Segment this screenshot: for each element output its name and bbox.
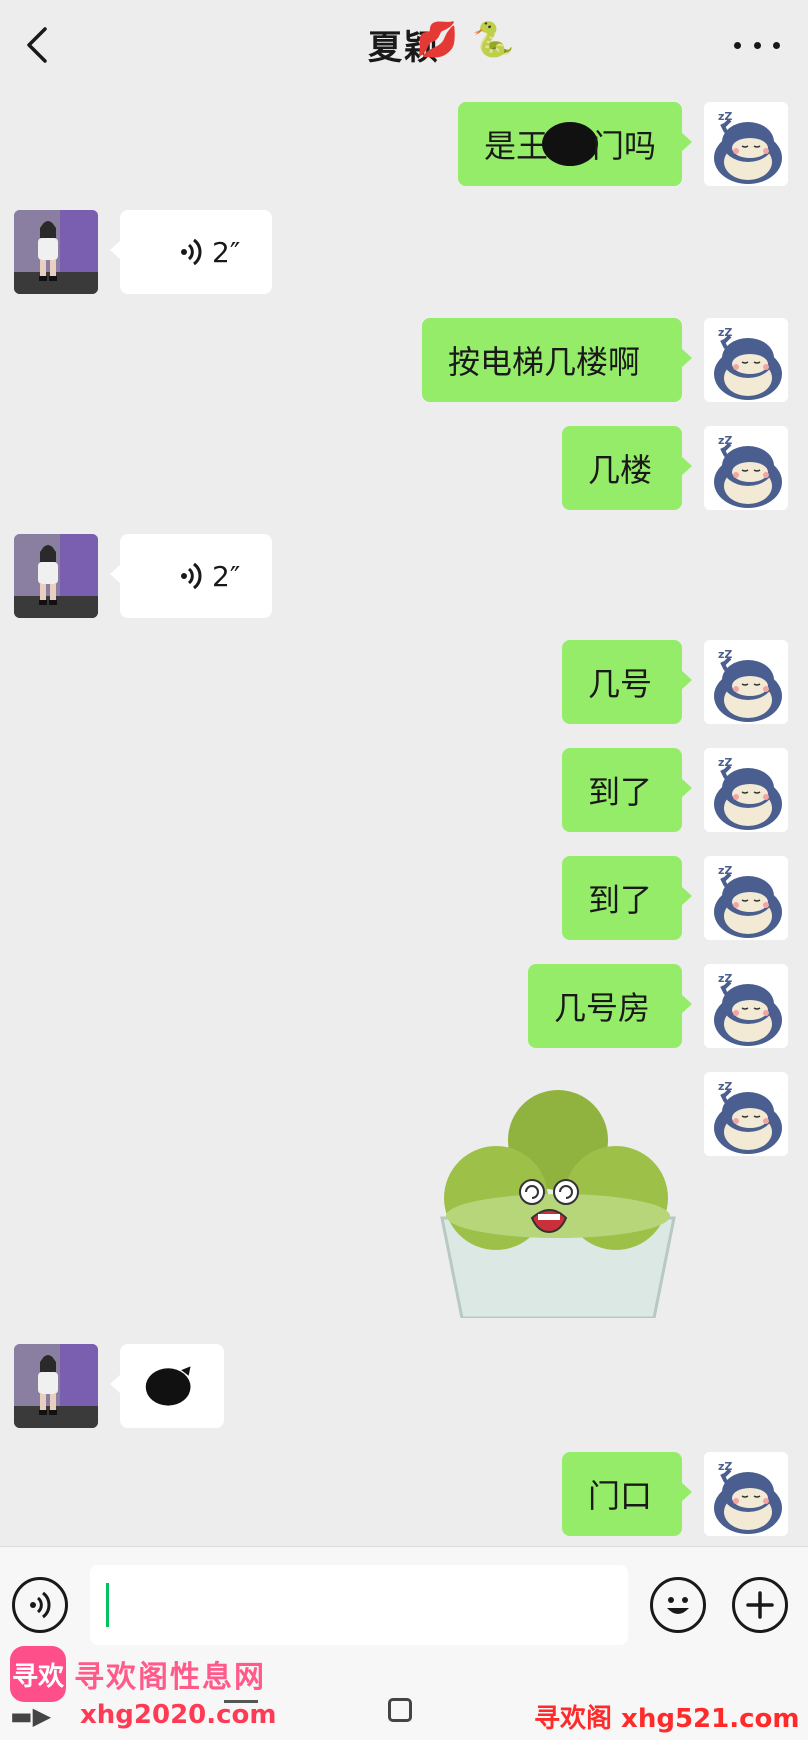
my-avatar[interactable] xyxy=(704,1072,788,1156)
voice-message-bubble[interactable]: 2″ xyxy=(110,210,272,294)
watermark-url-right: 寻欢阁 xhg521.com xyxy=(534,1704,800,1734)
message-bubble-sent[interactable]: 到了 xyxy=(562,856,692,940)
watermark-logo: 寻欢 xyxy=(10,1646,66,1702)
voice-wave-icon xyxy=(181,562,202,590)
voice-wave-icon xyxy=(181,238,202,266)
my-avatar[interactable] xyxy=(704,1452,788,1536)
voice-duration: 2″ xyxy=(212,559,241,593)
voice-message-bubble[interactable]: 2″ xyxy=(110,534,272,618)
my-avatar[interactable] xyxy=(704,856,788,940)
redacted-mark xyxy=(542,122,598,166)
dot-icon xyxy=(773,41,780,49)
redacted-image-icon xyxy=(145,1366,191,1406)
text-caret xyxy=(106,1583,109,1627)
image-message-bubble[interactable] xyxy=(110,1344,224,1428)
my-avatar[interactable] xyxy=(704,964,788,1048)
sticker-message[interactable] xyxy=(440,1068,676,1318)
message-bubble-sent[interactable]: 几号 xyxy=(562,640,692,724)
plus-icon xyxy=(746,1591,774,1619)
my-avatar[interactable] xyxy=(704,640,788,724)
message-bubble-sent[interactable]: 是王 门吗 xyxy=(458,102,692,186)
chat-title[interactable]: 夏颖 xyxy=(0,20,808,69)
input-bar xyxy=(0,1546,808,1660)
contact-avatar[interactable] xyxy=(14,534,98,618)
more-options-button[interactable] xyxy=(734,30,780,60)
message-bubble-sent[interactable]: 到了 xyxy=(562,748,692,832)
contact-avatar[interactable] xyxy=(14,1344,98,1428)
message-bubble-sent[interactable]: 几号房 xyxy=(528,964,692,1048)
my-avatar[interactable] xyxy=(704,426,788,510)
message-bubble-sent[interactable]: 几楼 xyxy=(562,426,692,510)
voice-input-button[interactable] xyxy=(12,1577,68,1633)
arrow-icon: ▬▶ xyxy=(10,1702,52,1730)
voice-duration: 2″ xyxy=(212,235,241,269)
smiley-icon xyxy=(667,1597,689,1614)
contact-avatar[interactable] xyxy=(14,210,98,294)
chat-header: 夏颖 💋 🐍 xyxy=(0,0,808,92)
dot-icon xyxy=(734,41,741,49)
voice-icon xyxy=(30,1591,51,1619)
watermark-text: 寻欢阁性息网 xyxy=(74,1660,266,1695)
my-avatar[interactable] xyxy=(704,102,788,186)
message-input[interactable] xyxy=(90,1565,628,1645)
lips-icon: 💋 xyxy=(416,20,459,60)
message-bubble-sent[interactable]: 门口 xyxy=(562,1452,692,1536)
emoji-button[interactable] xyxy=(650,1577,706,1633)
message-bubble-sent[interactable]: 按电梯几楼啊 xyxy=(422,318,692,402)
my-avatar[interactable] xyxy=(704,318,788,402)
my-avatar[interactable] xyxy=(704,748,788,832)
watermark-url-left: xhg2020.com xyxy=(80,1700,277,1730)
snake-icon: 🐍 xyxy=(472,20,515,60)
home-nav-icon[interactable] xyxy=(388,1698,412,1722)
more-functions-button[interactable] xyxy=(732,1577,788,1633)
dot-icon xyxy=(753,41,761,49)
